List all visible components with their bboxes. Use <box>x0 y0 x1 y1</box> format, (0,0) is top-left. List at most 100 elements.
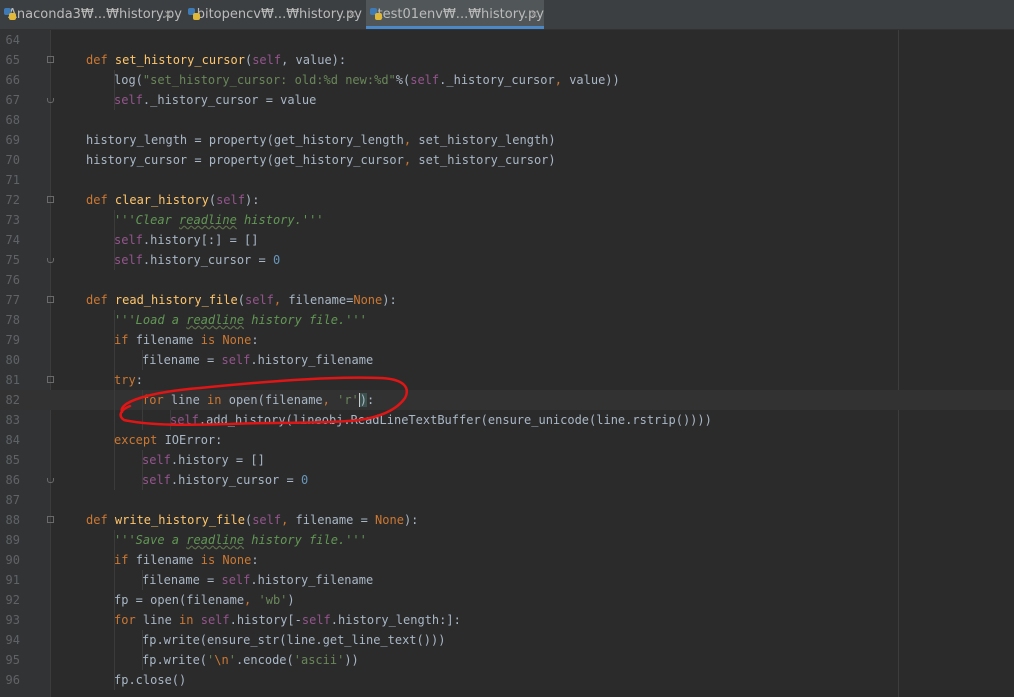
fold-marker-icon[interactable] <box>47 98 54 103</box>
code-text: for line in open(filename, 'r'): <box>142 393 375 407</box>
code-line[interactable]: 96 fp.close() <box>0 670 1014 690</box>
line-number: 76 <box>5 273 20 287</box>
line-number: 75 <box>5 253 20 267</box>
code-line[interactable]: 74 self.history[:] = [] <box>0 230 1014 250</box>
code-line[interactable]: 64 <box>0 30 1014 50</box>
fold-marker-icon[interactable] <box>47 258 54 263</box>
tab-anaconda3-history[interactable]: Anaconda3₩...₩history.py × <box>0 0 182 29</box>
fold-marker-icon[interactable] <box>47 296 54 303</box>
code-line[interactable]: 88 def write_history_file(self, filename … <box>0 510 1014 530</box>
code-text: '''Load a readline history file.''' <box>114 313 367 327</box>
line-number: 64 <box>5 33 20 47</box>
code-line[interactable]: 77 def read_history_file(self, filename=N… <box>0 290 1014 310</box>
line-number: 67 <box>5 93 20 107</box>
tab-bitopencv-history[interactable]: bitopencv₩...₩history.py × <box>184 0 362 29</box>
code-line[interactable]: 72 def clear_history(self): <box>0 190 1014 210</box>
close-tab-icon[interactable]: × <box>347 8 357 20</box>
code-line[interactable]: 80 filename = self.history_filename <box>0 350 1014 370</box>
line-number: 81 <box>5 373 20 387</box>
code-text: def write_history_file(self, filename = … <box>86 513 419 527</box>
code-text: def set_history_cursor(self, value): <box>86 53 347 67</box>
fold-marker-icon[interactable] <box>47 56 54 63</box>
code-text: fp.write(ensure_str(line.get_line_text()… <box>142 633 446 647</box>
code-line[interactable]: 91 filename = self.history_filename <box>0 570 1014 590</box>
code-line[interactable]: 69 history_length = property(get_history_… <box>0 130 1014 150</box>
code-line[interactable]: 95 fp.write('\n'.encode('ascii')) <box>0 650 1014 670</box>
code-text: self.add_history(lineobj.ReadLineTextBuf… <box>170 413 712 427</box>
fold-marker-icon[interactable] <box>47 516 54 523</box>
fold-marker-icon[interactable] <box>47 196 54 203</box>
code-text: '''Clear readline history.''' <box>114 213 324 227</box>
code-line[interactable]: 70 history_cursor = property(get_history_… <box>0 150 1014 170</box>
line-number: 85 <box>5 453 20 467</box>
code-line[interactable]: 87 <box>0 490 1014 510</box>
code-text: self.history_cursor = 0 <box>114 253 281 267</box>
code-line[interactable]: 66 log("set_history_cursor: old:%d new:%d… <box>0 70 1014 90</box>
code-line[interactable]: 84 except IOError: <box>0 430 1014 450</box>
code-line[interactable]: 78 '''Load a readline history file.''' <box>0 310 1014 330</box>
line-number: 69 <box>5 133 20 147</box>
line-number: 74 <box>5 233 20 247</box>
line-number: 88 <box>5 513 20 527</box>
code-line[interactable]: 75 self.history_cursor = 0 <box>0 250 1014 270</box>
line-number: 79 <box>5 333 20 347</box>
line-number: 92 <box>5 593 20 607</box>
line-number: 87 <box>5 493 20 507</box>
code-line[interactable]: 79 if filename is None: <box>0 330 1014 350</box>
code-text: if filename is None: <box>114 333 259 347</box>
line-number: 73 <box>5 213 20 227</box>
code-line[interactable]: 89 '''Save a readline history file.''' <box>0 530 1014 550</box>
code-line[interactable]: 93 for line in self.history[-self.history… <box>0 610 1014 630</box>
code-line[interactable]: 76 <box>0 270 1014 290</box>
line-number: 90 <box>5 553 20 567</box>
code-line[interactable]: 86 self.history_cursor = 0 <box>0 470 1014 490</box>
line-number: 82 <box>5 393 20 407</box>
code-text: history_length = property(get_history_le… <box>86 133 556 147</box>
line-number: 93 <box>5 613 20 627</box>
close-tab-icon[interactable]: × <box>163 8 173 20</box>
code-text: '''Save a readline history file.''' <box>114 533 367 547</box>
code-line[interactable]: 81 try: <box>0 370 1014 390</box>
code-text: except IOError: <box>114 433 223 447</box>
line-number: 78 <box>5 313 20 327</box>
fold-marker-icon[interactable] <box>47 376 54 383</box>
line-number: 80 <box>5 353 20 367</box>
code-text: fp = open(filename, 'wb') <box>114 593 295 607</box>
line-number: 70 <box>5 153 20 167</box>
code-line[interactable]: 68 <box>0 110 1014 130</box>
fold-marker-icon[interactable] <box>47 478 54 483</box>
line-number: 72 <box>5 193 20 207</box>
code-line[interactable]: 83 self.add_history(lineobj.ReadLineTextB… <box>0 410 1014 430</box>
tab-label: Anaconda3₩...₩history.py <box>8 7 182 22</box>
code-line[interactable]: 71 <box>0 170 1014 190</box>
tab-test01env-history[interactable]: test01env₩...₩history.py × <box>366 0 544 29</box>
code-editor[interactable]: 64 65 def set_history_cursor(self, value):… <box>0 30 1014 697</box>
code-line[interactable]: 82 for line in open(filename, 'r'): <box>0 390 1014 410</box>
line-number: 66 <box>5 73 20 87</box>
code-line[interactable]: 73 '''Clear readline history.''' <box>0 210 1014 230</box>
line-number: 95 <box>5 653 20 667</box>
line-number: 86 <box>5 473 20 487</box>
line-number: 91 <box>5 573 20 587</box>
editor-tab-bar: Anaconda3₩...₩history.py × bitopencv₩...… <box>0 0 1014 30</box>
close-tab-icon[interactable]: × <box>529 8 539 20</box>
code-text: filename = self.history_filename <box>142 573 374 587</box>
line-number: 94 <box>5 633 20 647</box>
code-line[interactable]: 92 fp = open(filename, 'wb') <box>0 590 1014 610</box>
line-number: 84 <box>5 433 20 447</box>
code-text: self.history = [] <box>142 453 265 467</box>
line-number: 77 <box>5 293 20 307</box>
line-number: 65 <box>5 53 20 67</box>
code-line[interactable]: 94 fp.write(ensure_str(line.get_line_text… <box>0 630 1014 650</box>
code-line[interactable]: 85 self.history = [] <box>0 450 1014 470</box>
code-line[interactable]: 90 if filename is None: <box>0 550 1014 570</box>
code-line[interactable]: 65 def set_history_cursor(self, value): <box>0 50 1014 70</box>
code-text: self._history_cursor = value <box>114 93 317 107</box>
code-text: history_cursor = property(get_history_cu… <box>86 153 556 167</box>
code-text: self.history[:] = [] <box>114 233 259 247</box>
line-number: 96 <box>5 673 20 687</box>
python-file-icon <box>188 8 200 21</box>
code-text: self.history_cursor = 0 <box>142 473 309 487</box>
code-line[interactable]: 67 self._history_cursor = value <box>0 90 1014 110</box>
code-text: fp.close() <box>114 673 187 687</box>
